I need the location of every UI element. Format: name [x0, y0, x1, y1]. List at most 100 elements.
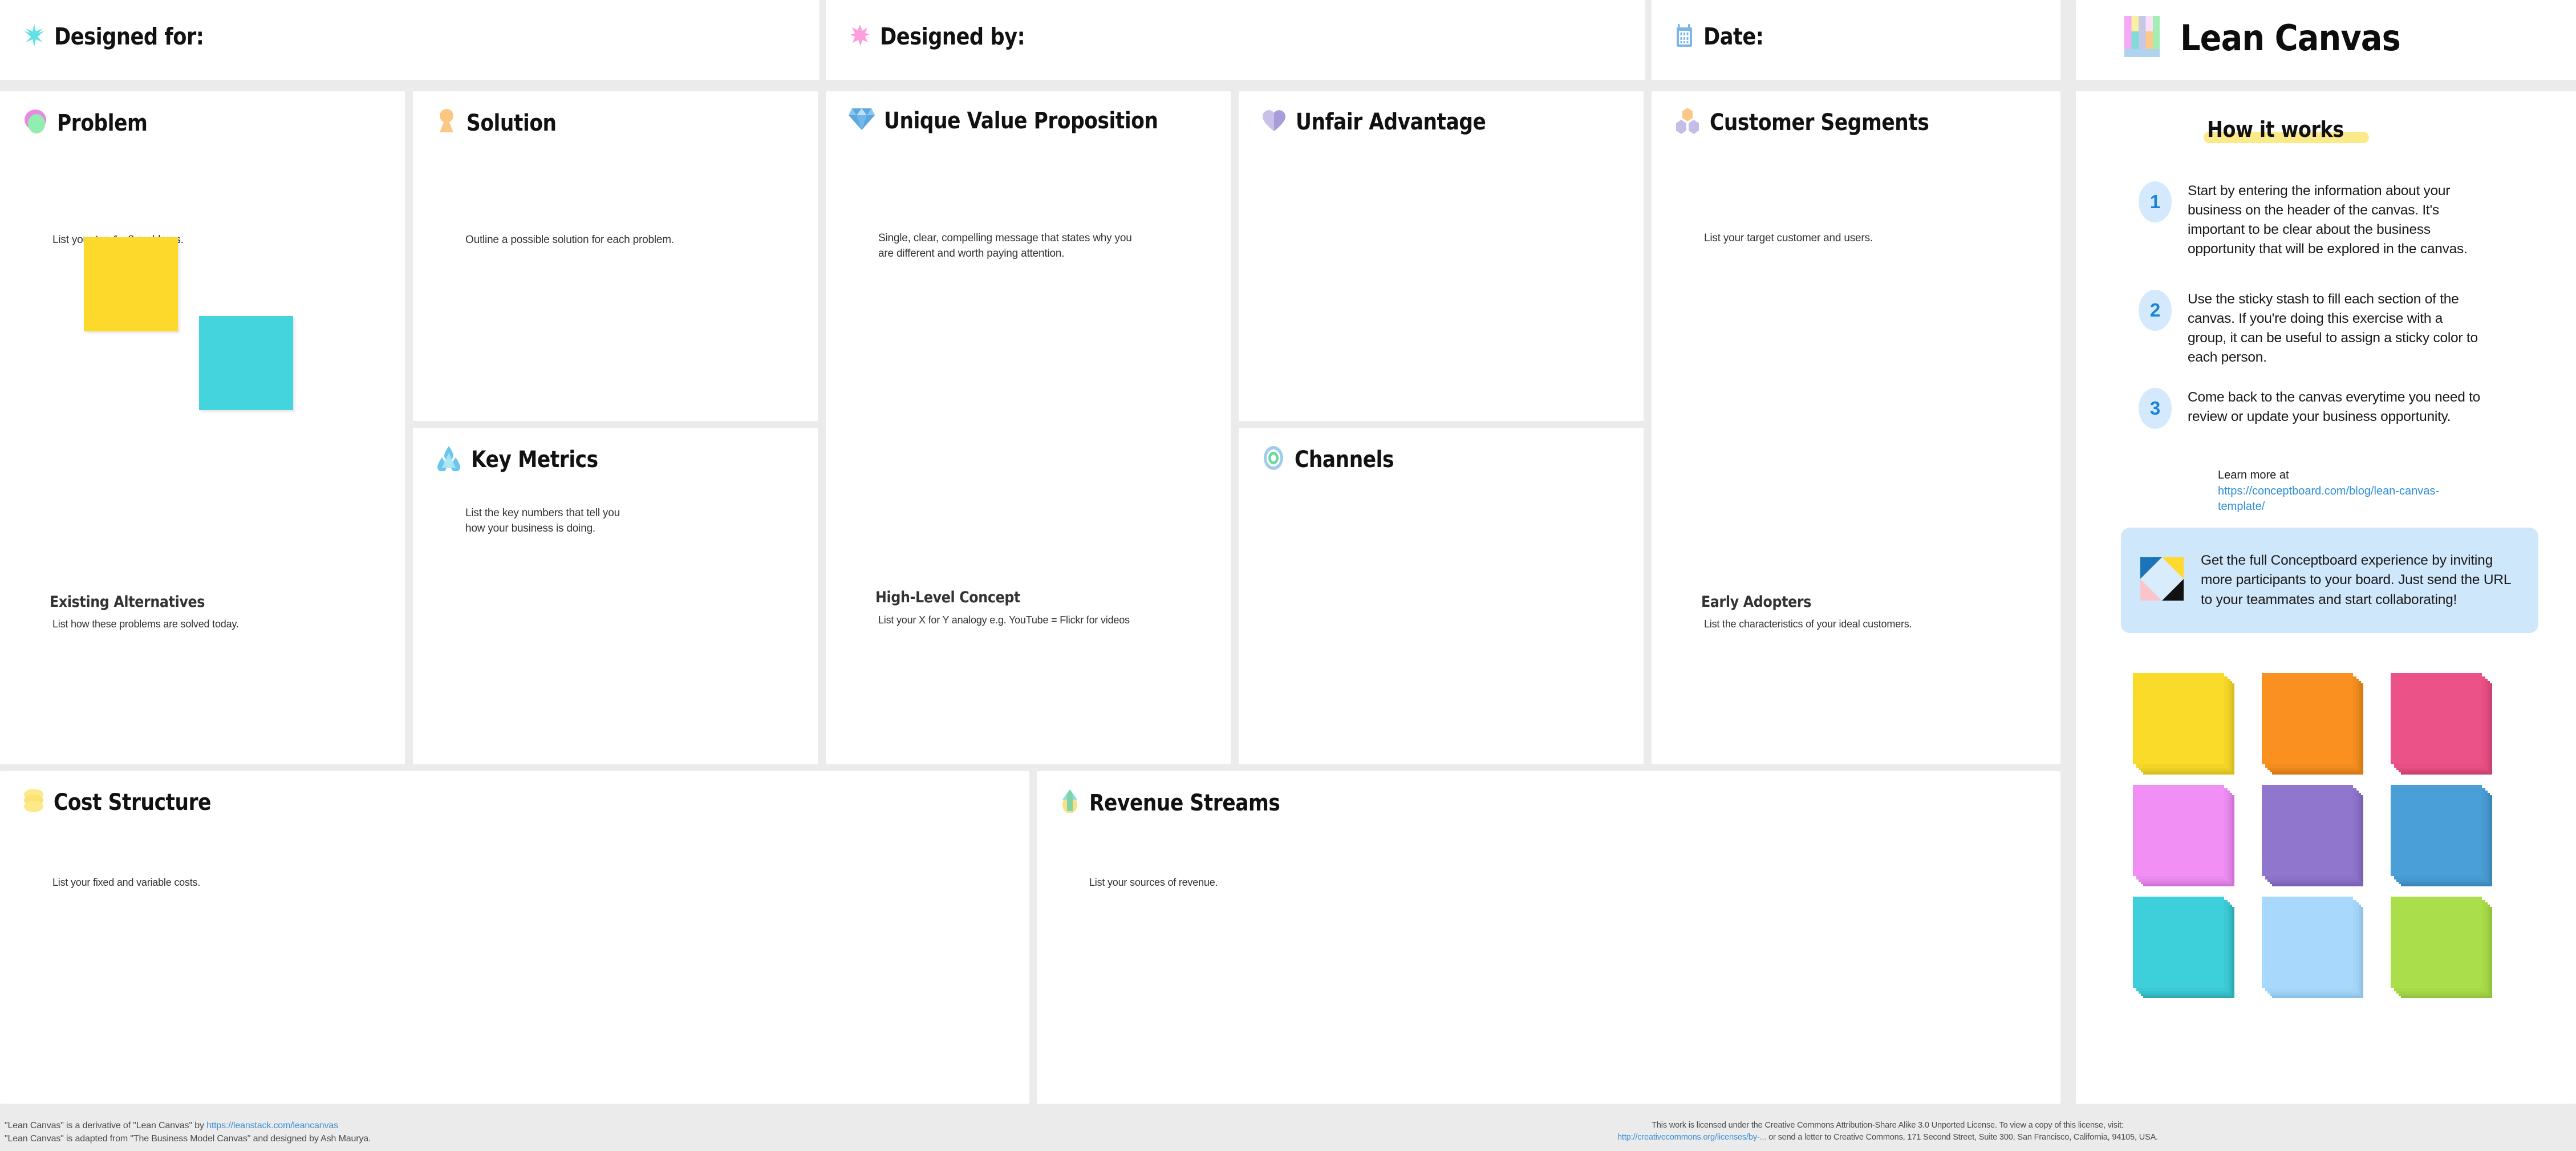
date-text: Date:	[1703, 23, 1764, 50]
leanstack-link[interactable]: https://leanstack.com/leancanvas	[206, 1121, 338, 1130]
uvp-title: Unique Value Proposition	[884, 107, 1158, 134]
star-burst-icon	[850, 24, 870, 50]
keyhole-icon	[436, 108, 457, 137]
sticky-page-top	[2133, 785, 2224, 876]
how-it-works-title: How it works	[2207, 117, 2344, 142]
calendar-icon	[1676, 23, 1694, 50]
unfair-advantage-head: Unfair Advantage	[1261, 108, 1517, 135]
revenue-streams-card[interactable]: Revenue Streams List your sources of rev…	[1037, 771, 2060, 1104]
customer-segments-card[interactable]: Customer Segments List your target custo…	[1652, 91, 2060, 764]
footer-adapted-line: "Lean Canvas" is adapted from "The Busin…	[5, 1133, 371, 1144]
sticky-page-top	[2391, 785, 2482, 876]
solution-head: Solution	[436, 108, 571, 137]
sticky-page-top	[2262, 673, 2353, 764]
designed-by-text: Designed by:	[880, 23, 1025, 50]
oval-pink-green-icon	[23, 108, 48, 137]
asterisk-burst-icon	[24, 23, 44, 50]
step-2-text: Use the sticky stash to fill each sectio…	[2188, 291, 2478, 366]
designed-for-label-group: Designed for:	[24, 23, 228, 50]
designed-by-card[interactable]: Designed by:	[826, 0, 1645, 80]
customer-segments-head: Customer Segments	[1674, 107, 1965, 137]
brand-title: Lean Canvas	[2180, 17, 2401, 59]
problem-head: Problem	[23, 108, 162, 137]
target-circles-icon	[1261, 445, 1285, 474]
cyan-demo-sticky[interactable]	[199, 316, 293, 410]
early-adopters-desc: List the characteristics of your ideal c…	[1704, 618, 1912, 630]
channels-head: Channels	[1261, 445, 1410, 474]
uvp-desc: Single, clear, compelling message that s…	[878, 232, 1132, 260]
problem-title: Problem	[57, 110, 148, 136]
sticky-stack-yellow[interactable]	[2133, 673, 2242, 783]
yellow-demo-sticky[interactable]	[84, 237, 178, 331]
purple-heart-icon	[1261, 108, 1287, 135]
sticky-stack-cyan[interactable]	[2133, 897, 2242, 1006]
step-3-number: 3	[2139, 388, 2172, 429]
conceptboard-promo-banner[interactable]: Get the full Conceptboard experience by …	[2121, 528, 2538, 633]
unfair-advantage-card[interactable]: Unfair Advantage	[1239, 91, 1644, 421]
sticky-stack-blue[interactable]	[2391, 785, 2500, 894]
key-metrics-card[interactable]: Key Metrics List the key numbers that te…	[413, 428, 818, 764]
license-address: or send a letter to Creative Commons, 17…	[1766, 1132, 2158, 1142]
three-droplets-icon	[436, 445, 462, 474]
lean-canvas-board: Designed for: Designed by: Date: Lean Ca…	[0, 0, 2576, 1151]
brand-group: Lean Canvas	[2124, 16, 2425, 60]
sticky-page-top	[2391, 673, 2482, 764]
key-metrics-title: Key Metrics	[471, 446, 598, 473]
sticky-stack-green[interactable]	[2391, 897, 2500, 1006]
high-level-concept-desc: List your X for Y analogy e.g. YouTube =…	[878, 614, 1130, 626]
solution-card[interactable]: Solution Outline a possible solution for…	[413, 91, 818, 421]
revenue-streams-title: Revenue Streams	[1089, 789, 1280, 816]
learn-more-link[interactable]: https://conceptboard.com/blog/lean-canva…	[2218, 484, 2440, 515]
lean-canvas-logo-icon	[2124, 16, 2160, 60]
learn-more-block: Learn more at https://conceptboard.com/b…	[2218, 468, 2440, 515]
cost-structure-title: Cost Structure	[54, 789, 212, 816]
revenue-streams-desc: List your sources of revenue.	[1089, 877, 1218, 888]
channels-card[interactable]: Channels	[1239, 428, 1644, 764]
designed-by-label-group: Designed by:	[850, 23, 1049, 50]
step-3: 3 Come back to the canvas everytime you …	[2139, 388, 2504, 429]
sticky-page-top	[2262, 785, 2353, 876]
key-metrics-desc: List the key numbers that tell you how y…	[465, 507, 620, 534]
step-1-number: 1	[2139, 181, 2172, 222]
customer-segments-desc: List your target customer and users.	[1704, 232, 1873, 244]
sticky-stack-pink[interactable]	[2391, 673, 2500, 783]
cost-structure-desc: List your fixed and variable costs.	[52, 877, 201, 888]
existing-alternatives-desc: List how these problems are solved today…	[52, 618, 239, 630]
step-2-number: 2	[2139, 290, 2172, 331]
how-it-works-title-wrap: How it works	[2204, 117, 2369, 143]
up-arrow-icon	[1060, 788, 1080, 817]
date-card[interactable]: Date:	[1652, 0, 2060, 80]
sticky-page-top	[2262, 897, 2353, 988]
sticky-stack-orange[interactable]	[2262, 673, 2371, 783]
creativecommons-link[interactable]: http://creativecommons.org/licenses/by-.…	[1617, 1133, 1766, 1142]
license-line-2: http://creativecommons.org/licenses/by-.…	[1437, 1132, 2338, 1144]
date-label-group: Date:	[1676, 23, 1774, 50]
sticky-stack-magenta[interactable]	[2133, 785, 2242, 894]
step-2: 2 Use the sticky stash to fill each sect…	[2139, 290, 2504, 367]
designed-for-card[interactable]: Designed for:	[0, 0, 820, 80]
uvp-card[interactable]: Unique Value Proposition Single, clear, …	[826, 91, 1231, 764]
step-1-text: Start by entering the information about …	[2188, 183, 2468, 257]
sticky-page-top	[2391, 897, 2482, 988]
footer-left: "Lean Canvas" is a derivative of "Lean C…	[5, 1120, 371, 1145]
license-line-1: This work is licensed under the Creative…	[1652, 1121, 2124, 1130]
diamond-gem-icon	[849, 107, 875, 134]
unfair-advantage-title: Unfair Advantage	[1296, 108, 1486, 135]
designed-for-text: Designed for:	[54, 23, 204, 50]
customer-segments-title: Customer Segments	[1710, 109, 1929, 136]
cost-structure-head: Cost Structure	[23, 788, 237, 816]
channels-title: Channels	[1295, 446, 1394, 473]
existing-alternatives-title: Existing Alternatives	[50, 593, 205, 611]
sticky-page-top	[2133, 897, 2224, 988]
early-adopters-title: Early Adopters	[1701, 593, 1812, 611]
step-1: 1 Start by entering the information abou…	[2139, 181, 2504, 259]
step-3-text: Come back to the canvas everytime you ne…	[2188, 390, 2481, 425]
sticky-stack-purple[interactable]	[2262, 785, 2371, 894]
cost-structure-card[interactable]: Cost Structure List your fixed and varia…	[0, 771, 1029, 1104]
problem-card[interactable]: Problem List your top 1 - 3 problems. Ex…	[0, 91, 405, 764]
sticky-stack-light-blue[interactable]	[2262, 897, 2371, 1006]
key-metrics-head: Key Metrics	[436, 445, 619, 474]
three-hexagons-icon	[1674, 107, 1701, 137]
brand-card: Lean Canvas	[2076, 0, 2576, 80]
conceptboard-logo-icon	[2140, 557, 2184, 603]
